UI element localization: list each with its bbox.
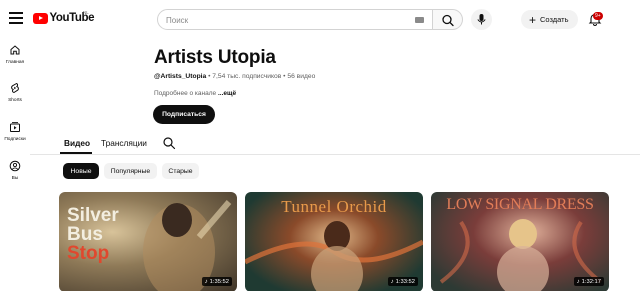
microphone-icon: [477, 14, 486, 25]
duration-text: 1:32:17: [581, 278, 601, 285]
duration-text: 1:33:52: [395, 278, 415, 285]
channel-name: Artists Utopia: [154, 47, 276, 68]
channel-stats: • 7,54 тыс. подписчиков • 56 видео: [206, 73, 316, 80]
channel-handle: @Artists_Utopia: [154, 73, 207, 80]
plus-icon: +: [529, 12, 537, 27]
sidebar-item-label: Вы: [11, 176, 19, 181]
search-icon: [442, 14, 454, 27]
channel-about-link[interactable]: Подробнее о канале ...ещё: [154, 90, 236, 97]
thumbnail-title-line: Silver: [67, 205, 119, 226]
search-button[interactable]: [433, 9, 463, 30]
thumbnail-title-line: Bus: [67, 224, 103, 245]
channel-meta: @Artists_Utopia • 7,54 тыс. подписчиков …: [154, 73, 315, 80]
music-note-icon: ♪: [204, 278, 208, 285]
thumbnail-title: Tunnel Orchid: [281, 197, 387, 216]
channel-about-text: Подробнее о канале: [154, 90, 218, 97]
subscribe-button[interactable]: Подписаться: [153, 105, 215, 124]
notification-badge: 9+: [593, 12, 603, 20]
top-bar: YouTube NL + Создать 9+: [0, 0, 640, 38]
music-note-icon: ♪: [576, 278, 580, 285]
search-icon[interactable]: [162, 136, 176, 150]
video-duration: ♪ 1:32:17: [573, 277, 604, 286]
create-label: Создать: [540, 15, 569, 24]
thumbnail-title-line: Stop: [67, 243, 110, 264]
thumbnail-title: LOW SIGNAL DRESS: [446, 196, 594, 213]
sidebar-item-label: Главная: [5, 60, 25, 65]
tabs-divider: [30, 154, 640, 155]
youtube-play-icon: [33, 12, 48, 24]
video-thumbnail[interactable]: Tunnel Orchid ♪ 1:33:52: [245, 192, 423, 291]
duration-text: 1:35:52: [209, 278, 229, 285]
search-input[interactable]: [158, 11, 398, 30]
voice-search-button[interactable]: [471, 9, 492, 30]
sidebar-item-label: Подписки: [4, 137, 26, 142]
search-box: [157, 9, 433, 30]
tab-videos[interactable]: Видео: [64, 138, 90, 148]
sidebar-item-label: Shorts: [8, 98, 22, 103]
tab-live[interactable]: Трансляции: [101, 138, 147, 148]
menu-icon[interactable]: [9, 12, 23, 24]
chip-popular[interactable]: Популярные: [104, 163, 157, 179]
music-note-icon: ♪: [390, 278, 394, 285]
video-duration: ♪ 1:33:52: [387, 277, 418, 286]
chip-oldest[interactable]: Старые: [162, 163, 199, 179]
sidebar-item-home[interactable]: Главная: [0, 44, 30, 65]
subscriptions-icon: [10, 122, 20, 132]
shorts-icon: [11, 82, 19, 94]
create-button[interactable]: + Создать: [521, 10, 578, 29]
video-duration: ♪ 1:35:52: [201, 277, 232, 286]
more-link[interactable]: ...ещё: [218, 90, 236, 97]
sidebar-item-you[interactable]: Вы: [0, 160, 30, 181]
video-thumbnail[interactable]: Silver Bus Stop ♪ 1:35:52: [59, 192, 237, 291]
home-icon: [10, 45, 20, 55]
sidebar-item-subscriptions[interactable]: Подписки: [0, 121, 30, 142]
you-icon: [9, 160, 21, 172]
chip-newest[interactable]: Новые: [63, 163, 99, 179]
video-thumbnail[interactable]: LOW SIGNAL DRESS ♪ 1:32:17: [431, 192, 609, 291]
sidebar-item-shorts[interactable]: Shorts: [0, 82, 30, 103]
region-code: NL: [83, 10, 89, 15]
keyboard-icon[interactable]: [415, 17, 424, 23]
